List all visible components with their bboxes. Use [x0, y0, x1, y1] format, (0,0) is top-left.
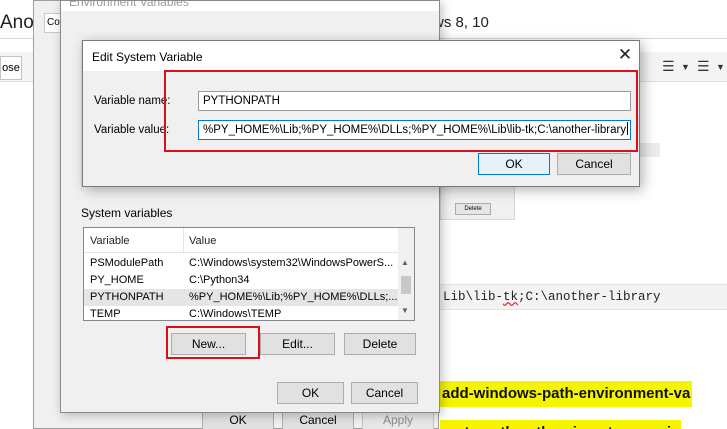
env-cancel-button[interactable]: Cancel: [351, 382, 418, 404]
row-variable: PY_HOME: [90, 274, 144, 286]
list-header: Variable Value: [84, 228, 414, 253]
row-value: C:\Python34: [189, 274, 250, 286]
env-title: Environment Variables: [69, 1, 189, 9]
table-row-selected[interactable]: PYTHONPATH %PY_HOME%\Lib;%PY_HOME%\DLLs;…: [84, 289, 400, 306]
list-scrollbar[interactable]: ▲ ▼: [398, 228, 414, 320]
variable-name-label: Variable name:: [94, 95, 171, 107]
table-row[interactable]: PY_HOME C:\Python34: [84, 272, 400, 289]
env-ok-button[interactable]: OK: [277, 382, 344, 404]
list-icon[interactable]: ☰: [697, 58, 710, 75]
dialog-ok-button[interactable]: OK: [478, 153, 550, 175]
column-header-value[interactable]: Value: [189, 235, 216, 247]
system-variables-list[interactable]: Variable Value PSModulePath C:\Windows\s…: [83, 227, 415, 321]
dialog-titlebar: Edit System Variable ✕: [83, 41, 639, 71]
close-button[interactable]: ose: [0, 56, 22, 80]
page-title-right: ws 8, 10: [433, 14, 489, 31]
code-prefix: Lib\lib-: [443, 290, 504, 304]
row-variable: TEMP: [90, 308, 121, 320]
scroll-up-icon[interactable]: ▲: [401, 258, 409, 267]
highlighted-heading: add-windows-path-environment-va: [440, 381, 693, 407]
row-value: C:\Windows\system32\WindowsPowerS...: [189, 257, 394, 269]
row-variable: PSModulePath: [90, 257, 164, 269]
annotation-highlight-inputs: [164, 70, 638, 152]
scrollbar-thumb[interactable]: [401, 276, 411, 294]
column-separator[interactable]: [183, 228, 184, 253]
annotation-highlight-new: [166, 326, 260, 359]
chevron-down-icon[interactable]: ▼: [681, 62, 690, 72]
dialog-title: Edit System Variable: [92, 50, 203, 64]
pane-delete-button[interactable]: Delete: [455, 203, 491, 215]
chevron-down-icon[interactable]: ▼: [716, 62, 725, 72]
code-line: Lib\lib-tk;C:\another-library: [433, 284, 727, 310]
align-icon[interactable]: ☰: [662, 58, 675, 75]
row-variable: PYTHONPATH: [90, 291, 164, 303]
close-icon[interactable]: ✕: [613, 44, 637, 68]
dialog-cancel-button[interactable]: Cancel: [557, 153, 631, 175]
row-value: %PY_HOME%\Lib;%PY_HOME%\DLLs;...: [189, 291, 398, 303]
table-row[interactable]: TEMP C:\Windows\TEMP: [84, 306, 400, 320]
system-variables-label: System variables: [81, 206, 173, 220]
variable-value-label: Variable value:: [94, 124, 170, 136]
row-value: C:\Windows\TEMP: [189, 308, 282, 320]
table-row[interactable]: PSModulePath C:\Windows\system32\Windows…: [84, 255, 400, 272]
delete-variable-button[interactable]: Delete: [344, 333, 416, 355]
code-squiggle: tk: [503, 290, 519, 304]
highlighted-heading-2: on to path python is not recogniz: [440, 420, 681, 429]
code-suffix: ;C:\another-library: [518, 290, 661, 304]
background-strip: [640, 143, 660, 157]
scroll-down-icon[interactable]: ▼: [401, 306, 409, 315]
edit-system-variable-dialog: Edit System Variable ✕ Variable name: PY…: [82, 40, 640, 187]
edit-variable-button[interactable]: Edit...: [260, 333, 335, 355]
column-header-variable[interactable]: Variable: [90, 235, 130, 247]
env-titlebar: Environment Variables: [61, 1, 439, 11]
